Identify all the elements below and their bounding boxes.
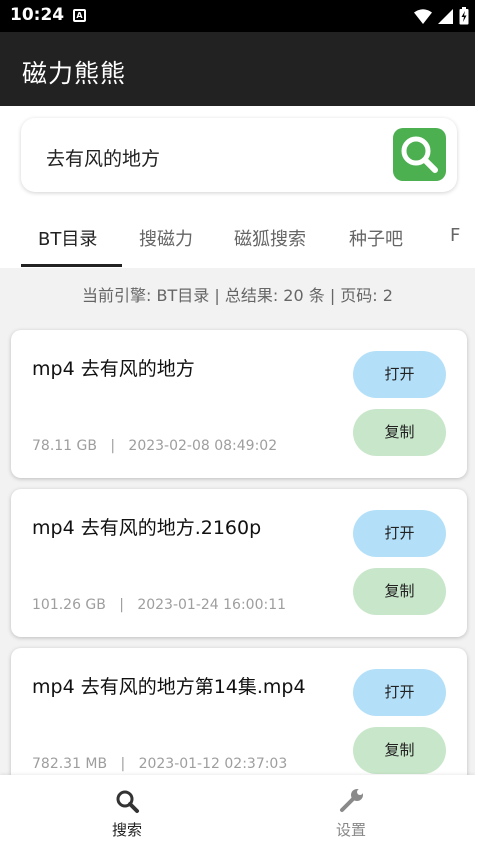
result-size: 101.26 GB: [32, 597, 106, 613]
tab-soucili[interactable]: 搜磁力: [139, 225, 193, 251]
copy-button[interactable]: 复制: [353, 409, 446, 456]
result-title: mp4 去有风的地方.2160p: [32, 517, 262, 539]
result-card[interactable]: mp4 去有风的地方第14集.mp4 782.31 MB | 2023-01-1…: [11, 648, 467, 796]
result-title: mp4 去有风的地方: [32, 358, 195, 380]
result-meta: 782.31 MB | 2023-01-12 02:37:03: [32, 756, 287, 772]
status-bar: 10:24 A: [0, 0, 475, 32]
meta-separator: |: [120, 756, 126, 772]
tab-more[interactable]: F: [450, 225, 460, 246]
open-button[interactable]: 打开: [353, 351, 446, 398]
result-date: 2023-02-08 08:49:02: [128, 438, 278, 454]
result-title: mp4 去有风的地方第14集.mp4: [32, 676, 306, 698]
search-icon: [401, 136, 438, 173]
bottom-nav: 搜索 设置: [0, 775, 475, 849]
wifi-icon: [414, 8, 432, 24]
battery-icon: [459, 7, 469, 25]
tab-bt-directory[interactable]: BT目录: [38, 225, 97, 251]
engine-tabs: BT目录 搜磁力 磁狐搜索 种子吧 F: [0, 210, 475, 268]
wrench-icon: [340, 789, 363, 812]
result-size: 782.31 MB: [32, 756, 108, 772]
nav-search[interactable]: 搜索: [77, 787, 177, 840]
tab-indicator: [21, 264, 122, 267]
result-card[interactable]: mp4 去有风的地方 78.11 GB | 2023-02-08 08:49:0…: [11, 330, 467, 478]
copy-button[interactable]: 复制: [353, 568, 446, 615]
status-icons: [414, 7, 469, 25]
app-title: 磁力熊熊: [22, 59, 127, 88]
search-button[interactable]: [393, 128, 446, 181]
result-summary: 当前引擎: BT目录 | 总结果: 20 条 | 页码: 2: [82, 286, 393, 305]
meta-separator: |: [110, 438, 116, 454]
notification-icon: A: [73, 9, 86, 22]
result-date: 2023-01-12 02:37:03: [138, 756, 288, 772]
nav-search-label: 搜索: [111, 821, 142, 839]
nav-settings[interactable]: 设置: [301, 787, 401, 840]
nav-settings-label: 设置: [335, 821, 366, 839]
search-icon: [116, 790, 139, 813]
result-meta: 101.26 GB | 2023-01-24 16:00:11: [32, 597, 286, 613]
result-meta: 78.11 GB | 2023-02-08 08:49:02: [32, 438, 277, 454]
meta-separator: |: [119, 597, 124, 613]
result-date: 2023-01-24 16:00:11: [137, 597, 287, 613]
tab-zhongziba[interactable]: 种子吧: [349, 225, 403, 251]
tab-cihu-search[interactable]: 磁狐搜索: [234, 225, 306, 251]
search-input[interactable]: 去有风的地方: [46, 144, 160, 171]
open-button[interactable]: 打开: [353, 669, 446, 716]
result-size: 78.11 GB: [32, 438, 97, 454]
open-button[interactable]: 打开: [353, 510, 446, 557]
app-bar: 磁力熊熊: [0, 32, 475, 106]
status-time: 10:24: [10, 5, 65, 25]
result-card[interactable]: mp4 去有风的地方.2160p 101.26 GB | 2023-01-24 …: [11, 489, 467, 637]
app-screen: 10:24 A 磁力熊熊 去有风的地方 BT目录 搜磁力 磁狐搜索 种子吧 F …: [0, 0, 475, 849]
copy-button[interactable]: 复制: [353, 727, 446, 774]
search-box: 去有风的地方: [21, 118, 457, 192]
signal-icon: [438, 8, 453, 24]
